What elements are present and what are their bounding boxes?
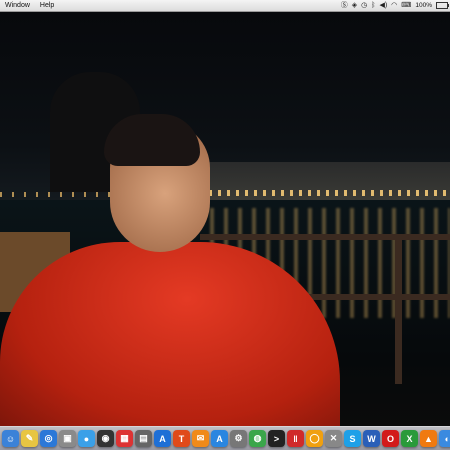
menu-window[interactable]: Window bbox=[0, 0, 35, 11]
battery-icon[interactable] bbox=[436, 2, 449, 9]
vlc-icon[interactable]: ◯ bbox=[306, 430, 323, 447]
hair bbox=[104, 114, 200, 166]
parallels-icon[interactable]: ‖ bbox=[287, 430, 304, 447]
man-in-red-shirt bbox=[0, 114, 360, 426]
red-polo-shirt bbox=[0, 242, 340, 426]
terminal-icon[interactable]: > bbox=[268, 430, 285, 447]
messages-icon[interactable]: ● bbox=[78, 430, 95, 447]
word-icon[interactable]: W bbox=[363, 430, 380, 447]
opera-icon[interactable]: O bbox=[382, 430, 399, 447]
volume-icon[interactable]: ◀) bbox=[379, 0, 387, 11]
preview-icon[interactable]: ▣ bbox=[59, 430, 76, 447]
notes-icon[interactable]: ✎ bbox=[21, 430, 38, 447]
timemachine-icon[interactable]: ◷ bbox=[361, 0, 367, 11]
camera-icon[interactable]: ◉ bbox=[97, 430, 114, 447]
menu-help[interactable]: Help bbox=[35, 0, 59, 11]
ibooks-icon[interactable]: ✉ bbox=[192, 430, 209, 447]
rail-post bbox=[395, 234, 402, 384]
skype-icon[interactable]: S bbox=[344, 430, 361, 447]
skype-status-icon[interactable]: Ⓢ bbox=[341, 0, 348, 11]
wifi-icon[interactable]: ◠ bbox=[391, 0, 397, 11]
photos-icon[interactable]: ▤ bbox=[135, 430, 152, 447]
excel-icon[interactable]: X bbox=[401, 430, 418, 447]
dock: ☺ ✎ ◎ ▣ ● ◉ ▦ ▤ A T ✉ A ⚙ ◍ > ‖ ◯ ✕ S W O X ▲ ◐ bbox=[0, 426, 450, 450]
bluetooth-icon[interactable]: ᛒ bbox=[371, 0, 375, 11]
cone-icon[interactable]: ▲ bbox=[420, 430, 437, 447]
status-tray: Ⓢ ◈ ◷ ᛒ ◀) ◠ ⌨ 100% bbox=[341, 0, 449, 11]
tools-icon[interactable]: ✕ bbox=[325, 430, 342, 447]
appstore-icon[interactable]: A bbox=[154, 430, 171, 447]
calendar-icon[interactable]: ▦ bbox=[116, 430, 133, 447]
desktop-photo bbox=[0, 12, 450, 426]
safari-icon[interactable]: ◎ bbox=[40, 430, 57, 447]
battery-percent: 100% bbox=[415, 2, 432, 9]
dropbox-icon[interactable]: ◈ bbox=[352, 0, 357, 11]
input-icon[interactable]: ⌨ bbox=[401, 0, 411, 11]
appstore2-icon[interactable]: A bbox=[211, 430, 228, 447]
finder-icon[interactable]: ☺ bbox=[2, 430, 19, 447]
globe-icon[interactable]: ◐ bbox=[439, 430, 450, 447]
hammer-icon[interactable]: T bbox=[173, 430, 190, 447]
chrome-icon[interactable]: ◍ bbox=[249, 430, 266, 447]
utility-icon[interactable]: ⚙ bbox=[230, 430, 247, 447]
menu-bar: Window Help Ⓢ ◈ ◷ ᛒ ◀) ◠ ⌨ 100% bbox=[0, 0, 450, 12]
